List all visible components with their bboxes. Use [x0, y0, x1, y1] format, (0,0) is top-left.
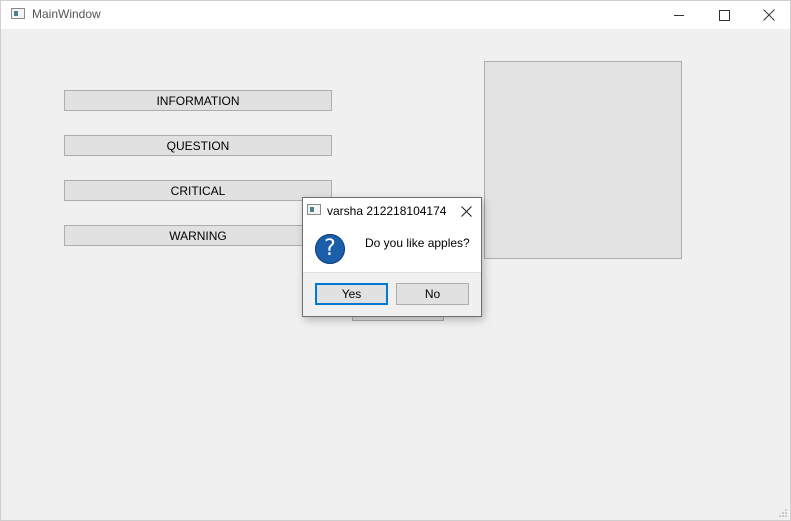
maximize-icon [718, 9, 730, 21]
information-button[interactable]: INFORMATION [64, 90, 332, 111]
title-bar[interactable]: MainWindow [1, 1, 790, 29]
app-icon [11, 8, 25, 19]
close-icon [763, 9, 775, 21]
close-icon [460, 205, 472, 217]
maximize-button[interactable] [701, 1, 747, 29]
question-dialog: varsha 212218104174 ? Do you like apples… [302, 197, 482, 317]
yes-button[interactable]: Yes [315, 283, 388, 305]
close-button[interactable] [746, 1, 791, 29]
window-title: MainWindow [32, 7, 101, 21]
dialog-button-bar: Yes No [303, 272, 481, 316]
minimize-icon [674, 15, 684, 16]
minimize-button[interactable] [656, 1, 702, 29]
dialog-title-bar[interactable]: varsha 212218104174 [303, 198, 481, 222]
dialog-body: ? Do you like apples? [303, 222, 481, 272]
dialog-close-button[interactable] [455, 201, 477, 221]
dialog-message: Do you like apples? [365, 236, 470, 250]
image-panel [484, 61, 682, 259]
critical-button[interactable]: CRITICAL [64, 180, 332, 201]
question-button[interactable]: QUESTION [64, 135, 332, 156]
dialog-app-icon [307, 204, 321, 215]
dialog-title: varsha 212218104174 [327, 204, 447, 218]
question-icon: ? [315, 234, 345, 264]
no-button[interactable]: No [396, 283, 469, 305]
resize-grip-icon[interactable] [778, 508, 788, 518]
warning-button[interactable]: WARNING [64, 225, 332, 246]
